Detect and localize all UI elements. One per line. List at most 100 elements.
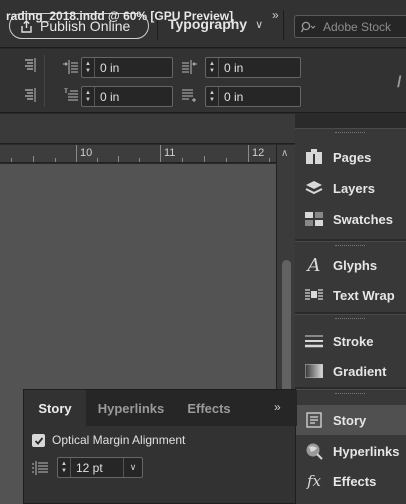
dock-item-effects[interactable]: fx Effects <box>295 466 406 496</box>
dock-item-label: Effects <box>333 473 377 489</box>
ruler-tick <box>139 158 140 162</box>
dock-item-label: Story <box>333 412 367 428</box>
chevron-down-icon: ∨ <box>255 18 264 31</box>
dock-item-label: Swatches <box>333 211 393 227</box>
toolbar-divider <box>283 10 284 40</box>
story-icon <box>305 411 323 429</box>
dock-item-text-wrap[interactable]: Text Wrap <box>295 280 406 310</box>
right-indent-field[interactable]: ▲ ▼ 0 in <box>205 57 301 78</box>
adobe-stock-search-input[interactable]: Adobe Stock <box>294 15 406 38</box>
ruler-tick <box>76 145 77 162</box>
stepper-arrows[interactable]: ▲ ▼ <box>206 87 219 106</box>
pages-icon <box>305 148 323 166</box>
dock-group-stroke: Stroke Gradient <box>295 314 406 387</box>
control-divider <box>44 55 45 107</box>
control-panel <box>0 49 406 113</box>
first-line-indent-field[interactable]: ▲ ▼ 0 in <box>81 86 173 107</box>
dock-item-gradient[interactable]: Gradient <box>295 356 406 386</box>
ruler-tick <box>226 158 227 162</box>
dock-group-story: Story Hyperlinks fx Effects <box>295 389 406 504</box>
dock-item-label: Stroke <box>333 333 374 349</box>
stepper-arrows[interactable]: ▲ ▼ <box>82 58 95 77</box>
left-indent-icon <box>63 60 78 74</box>
dock-item-label: Gradient <box>333 363 387 379</box>
chevron-down-icon[interactable]: ∨ <box>123 458 142 477</box>
dock-item-label: Pages <box>333 149 372 165</box>
story-panel-tabs: Story Hyperlinks Effects » <box>24 390 297 426</box>
stepper-arrows[interactable]: ▲ ▼ <box>82 87 95 106</box>
first-line-indent-icon <box>64 88 78 101</box>
stepper-arrows[interactable]: ▲ ▼ <box>206 58 219 77</box>
tab-hyperlinks[interactable]: Hyperlinks <box>86 390 176 426</box>
dock-grip[interactable] <box>335 318 365 320</box>
dock-item-layers[interactable]: Layers <box>295 173 406 203</box>
control-overflow-glyph: / <box>397 74 402 91</box>
search-icon <box>301 21 316 32</box>
last-line-right-indent-field[interactable]: ▲ ▼ 0 in <box>205 86 301 107</box>
horizontal-ruler[interactable]: 10 11 12 <box>0 145 276 163</box>
right-indent-icon <box>182 60 197 74</box>
ruler-number: 11 <box>164 147 176 159</box>
story-panel: Story Hyperlinks Effects » Optical Margi… <box>23 389 297 504</box>
stepper-arrows[interactable]: ▲ ▼ <box>58 458 71 477</box>
ruler-tick <box>204 156 205 162</box>
left-indent-value: 0 in <box>100 60 120 75</box>
last-line-right-indent-icon <box>182 89 196 102</box>
dock-grip[interactable] <box>335 245 365 247</box>
ruler-number: 12 <box>252 147 265 159</box>
ruler-tick <box>97 158 98 162</box>
ruler-tick <box>11 158 12 162</box>
hyperlinks-icon <box>305 442 323 460</box>
ruler-number: 10 <box>80 147 93 159</box>
document-tab-title: rading_2018.indd @ 60% [GPU Preview] <box>6 9 234 23</box>
glyphs-icon: A <box>307 254 321 276</box>
dock-item-hyperlinks[interactable]: Hyperlinks <box>295 436 406 466</box>
last-line-right-indent-value: 0 in <box>224 89 244 104</box>
dock-item-glyphs[interactable]: A Glyphs <box>295 250 406 280</box>
ruler-tick <box>182 158 183 162</box>
dock-group-pages: Pages Layers Swatches <box>295 128 406 239</box>
search-placeholder: Adobe Stock <box>323 19 392 34</box>
tab-story[interactable]: Story <box>24 390 86 426</box>
dock-item-pages[interactable]: Pages <box>295 142 406 172</box>
ruler-tick <box>118 156 119 162</box>
document-tab[interactable] <box>0 114 295 144</box>
panel-collapse-icon[interactable]: » <box>274 400 281 414</box>
ruler-tick <box>269 158 270 162</box>
gradient-icon <box>305 362 323 380</box>
dock-item-label: Layers <box>333 180 375 196</box>
tab-effects[interactable]: Effects <box>176 390 242 426</box>
dock-item-label: Text Wrap <box>333 287 395 303</box>
more-tabs-icon[interactable]: » <box>272 8 279 22</box>
optical-margin-label: Optical Margin Alignment <box>52 433 186 447</box>
layers-icon <box>305 179 323 197</box>
dock-item-story[interactable]: Story <box>295 405 406 435</box>
swatches-icon <box>305 210 323 228</box>
checkmark-icon <box>34 436 43 445</box>
right-indent-value: 0 in <box>224 60 244 75</box>
chevron-up-icon[interactable]: ∧ <box>281 148 288 159</box>
optical-size-value: 12 pt <box>76 460 103 475</box>
ruler-tick <box>55 158 56 162</box>
first-line-indent-value: 0 in <box>100 89 120 104</box>
optical-size-icon <box>32 461 48 475</box>
text-wrap-icon <box>305 286 323 304</box>
dock-item-swatches[interactable]: Swatches <box>295 204 406 234</box>
optical-size-field[interactable]: ▲ ▼ 12 pt ∨ <box>57 457 143 478</box>
dock-item-stroke[interactable]: Stroke <box>295 326 406 356</box>
stroke-icon <box>305 332 323 350</box>
ruler-tick <box>33 156 34 162</box>
dock-grip[interactable] <box>335 132 365 134</box>
dock-item-label: Hyperlinks <box>333 443 400 459</box>
effects-icon: fx <box>306 472 321 490</box>
ruler-tick <box>248 145 249 162</box>
align-right-icon[interactable] <box>22 58 36 72</box>
ruler-tick <box>160 145 161 162</box>
optical-margin-checkbox[interactable] <box>32 434 45 447</box>
dock-grip[interactable] <box>335 393 365 395</box>
panel-dock: Pages Layers Swatches A Glyphs Text Wrap <box>295 114 406 504</box>
dock-group-glyphs: A Glyphs Text Wrap <box>295 241 406 312</box>
align-away-spine-icon[interactable] <box>22 88 36 102</box>
dock-item-label: Glyphs <box>333 257 378 273</box>
left-indent-field[interactable]: ▲ ▼ 0 in <box>81 57 173 78</box>
